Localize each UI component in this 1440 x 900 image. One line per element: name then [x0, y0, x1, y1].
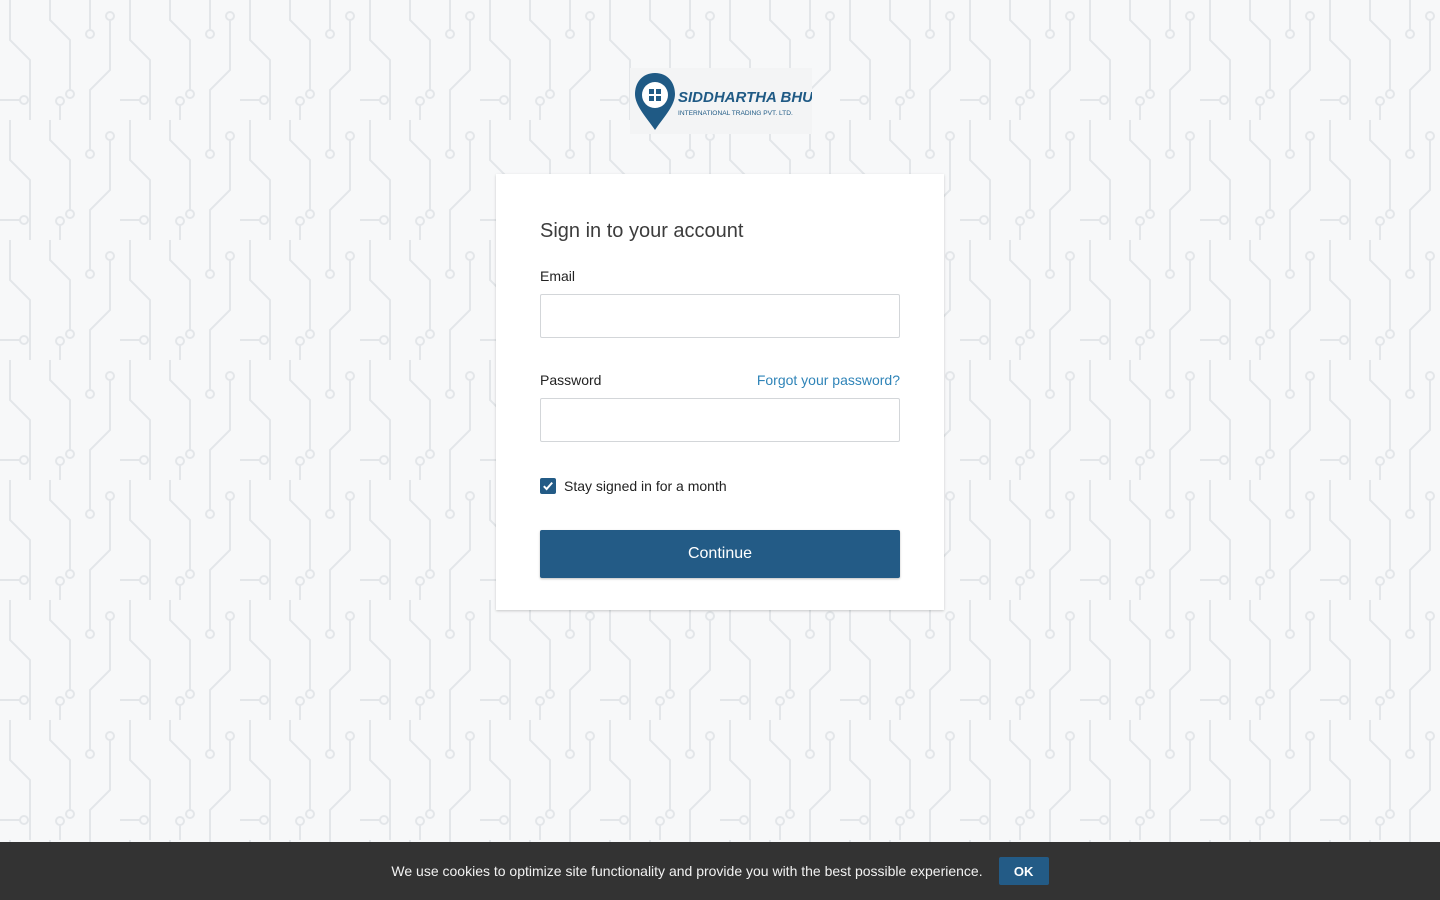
continue-button[interactable]: Continue [540, 530, 900, 578]
logo-tagline: INTERNATIONAL TRADING PVT. LTD. [678, 110, 793, 117]
forgot-password-link[interactable]: Forgot your password? [757, 372, 900, 388]
page-title: Sign in to your account [540, 220, 744, 242]
password-field[interactable] [540, 398, 900, 442]
logo-name: SIDDHARTHA BHUMI [678, 89, 812, 106]
stay-signed-in-checkbox[interactable]: Stay signed in for a month [540, 478, 727, 494]
email-label: Email [540, 268, 576, 284]
password-label: Password [540, 372, 602, 388]
email-field[interactable] [540, 294, 900, 338]
stay-signed-in-label: Stay signed in for a month [564, 478, 727, 494]
cookie-banner-text: We use cookies to optimize site function… [391, 863, 983, 879]
signin-card: Sign in to your account Email Password F… [496, 174, 944, 610]
cookie-ok-button[interactable]: OK [998, 857, 1049, 885]
company-logo: SIDDHARTHA BHUMI INTERNATIONAL TRADING P… [630, 68, 830, 134]
cookie-banner: We use cookies to optimize site function… [0, 842, 1440, 900]
checkbox-checked-icon [540, 478, 556, 494]
